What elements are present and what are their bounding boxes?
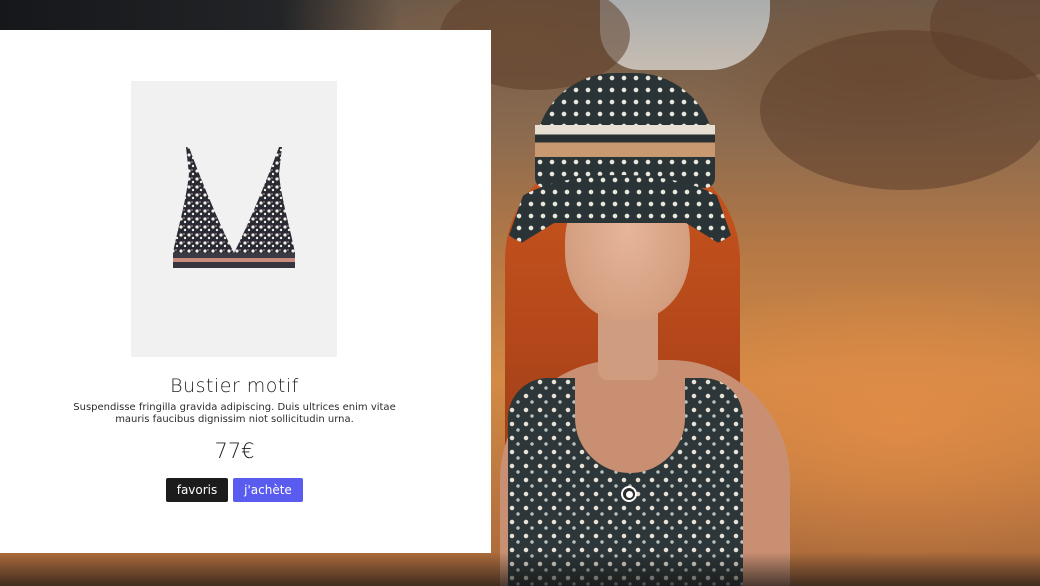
scroll-dot-icon[interactable] (621, 486, 637, 502)
buy-button[interactable]: j'achète (233, 478, 303, 502)
bra-top-product-image (131, 81, 337, 357)
favorite-button[interactable]: favoris (166, 478, 228, 502)
bra-top-icon (173, 147, 295, 268)
product-description: Suspendisse fringilla gravida adipiscing… (73, 402, 396, 425)
bottom-shadow (0, 552, 1040, 586)
product-title: Bustier motif (170, 375, 299, 397)
product-card: Bustier motif Suspendisse fringilla grav… (0, 30, 491, 553)
hat-band (535, 125, 715, 157)
page: Bustier motif Suspendisse fringilla grav… (0, 0, 1040, 586)
scroll-dot-center (625, 490, 633, 498)
product-price: 77€ (214, 439, 255, 463)
top-shadow (0, 0, 400, 32)
product-actions: favoris j'achète (166, 478, 303, 502)
